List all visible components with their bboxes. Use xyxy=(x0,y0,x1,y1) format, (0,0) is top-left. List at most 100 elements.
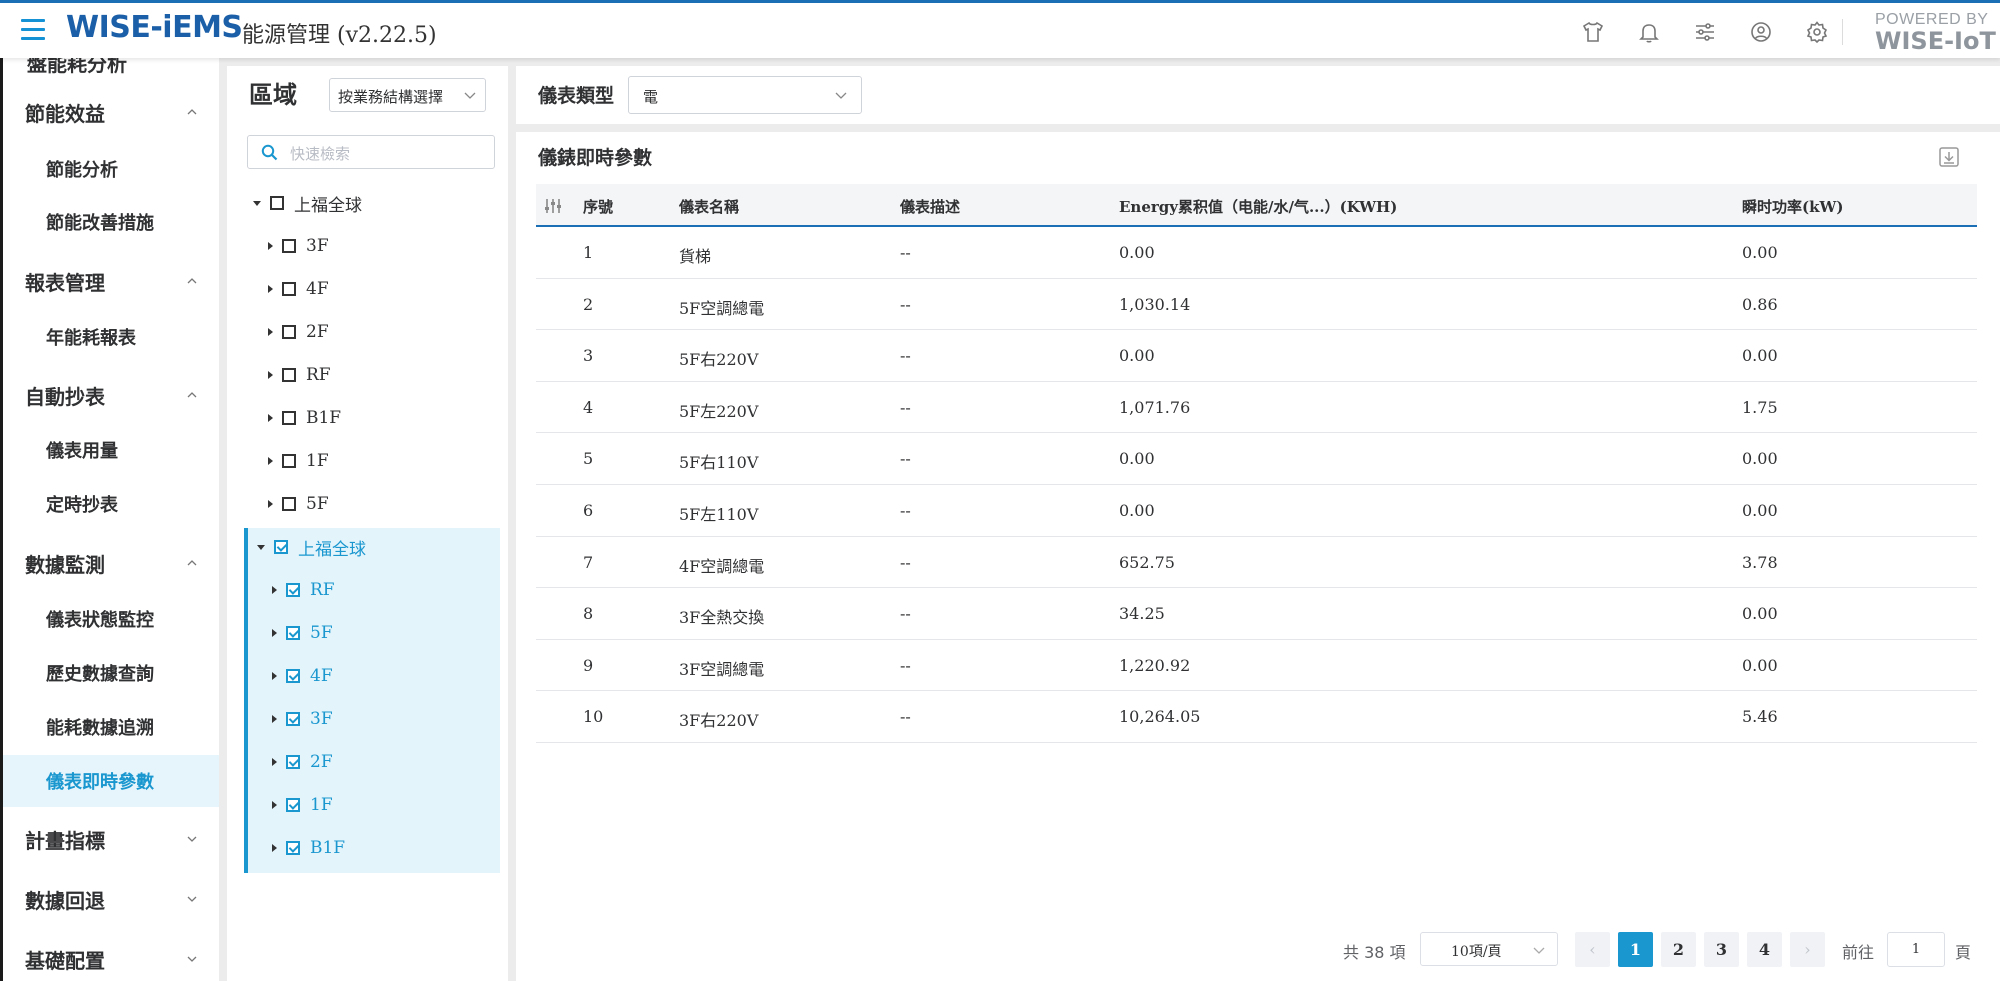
tree-checkbox-checked[interactable] xyxy=(286,712,300,726)
gear-icon[interactable] xyxy=(1789,17,1845,47)
sidebar-item-energy-measures[interactable]: 節能改善措施 xyxy=(3,196,219,248)
caret-right-icon[interactable] xyxy=(268,500,273,508)
org-structure-select[interactable]: 按業務結構選擇 xyxy=(329,78,486,112)
table-row[interactable]: 6 5F左110V -- 0.00 0.00 xyxy=(536,485,1977,537)
sidebar-item-meter-realtime[interactable]: 儀表即時參數 xyxy=(3,755,219,807)
caret-right-icon[interactable] xyxy=(272,715,277,723)
tree-node[interactable]: RF xyxy=(268,361,331,389)
caret-right-icon[interactable] xyxy=(272,586,277,594)
tree-checkbox-checked[interactable] xyxy=(286,626,300,640)
caret-right-icon[interactable] xyxy=(272,629,277,637)
sidebar-group-data-monitoring[interactable]: 數據監測 xyxy=(3,535,219,591)
caret-right-icon[interactable] xyxy=(268,328,273,336)
sidebar-group-data-rollback[interactable]: 數據回退 xyxy=(3,871,219,927)
sidebar-item-history-query[interactable]: 歷史數據查詢 xyxy=(3,647,219,699)
page-button-3[interactable]: 3 xyxy=(1704,932,1739,967)
sliders-icon[interactable] xyxy=(1677,17,1733,47)
user-circle-icon[interactable] xyxy=(1733,17,1789,47)
tree-node[interactable]: 2F xyxy=(268,318,329,346)
goto-page-input[interactable]: 1 xyxy=(1887,932,1945,967)
sidebar-item-meter-usage[interactable]: 儀表用量 xyxy=(3,424,219,476)
caret-right-icon[interactable] xyxy=(268,371,273,379)
tree-node-root[interactable]: 上福全球 xyxy=(253,189,362,217)
sidebar-item-energy-analysis[interactable]: 節能分析 xyxy=(3,143,219,195)
sidebar-item-scheduled-reading[interactable]: 定時抄表 xyxy=(3,478,219,530)
sidebar-item-energy-trace[interactable]: 能耗數據追溯 xyxy=(3,701,219,753)
caret-right-icon[interactable] xyxy=(272,801,277,809)
page-button-2[interactable]: 2 xyxy=(1661,932,1696,967)
tree-checkbox[interactable] xyxy=(282,368,296,382)
caret-right-icon[interactable] xyxy=(272,844,277,852)
shirt-icon[interactable] xyxy=(1565,17,1621,47)
tree-checkbox[interactable] xyxy=(282,239,296,253)
tree-checkbox[interactable] xyxy=(270,196,284,210)
sidebar-item-annual-report[interactable]: 年能耗報表 xyxy=(3,311,219,363)
caret-down-icon[interactable] xyxy=(257,544,265,550)
table-row[interactable]: 8 3F全熱交換 -- 34.25 0.00 xyxy=(536,588,1977,640)
table-row[interactable]: 9 3F空調總電 -- 1,220.92 0.00 xyxy=(536,640,1977,692)
tree-checkbox[interactable] xyxy=(282,325,296,339)
prev-page-button[interactable]: ‹ xyxy=(1575,932,1610,967)
page-button-4[interactable]: 4 xyxy=(1747,932,1782,967)
table-row[interactable]: 7 4F空調總電 -- 652.75 3.78 xyxy=(536,537,1977,589)
tree-checkbox[interactable] xyxy=(282,497,296,511)
caret-right-icon[interactable] xyxy=(272,672,277,680)
tree-node[interactable]: 5F xyxy=(268,490,329,518)
table-row[interactable]: 2 5F空調總電 -- 1,030.14 0.86 xyxy=(536,279,1977,331)
sidebar-item-cutoff[interactable]: 盤能耗分析 xyxy=(27,58,127,77)
table-row[interactable]: 4 5F左220V -- 1,071.76 1.75 xyxy=(536,382,1977,434)
caret-right-icon[interactable] xyxy=(268,285,273,293)
sidebar-group-energy-benefit[interactable]: 節能效益 xyxy=(3,84,219,140)
tree-node-selected[interactable]: 4F xyxy=(272,662,333,690)
caret-right-icon[interactable] xyxy=(268,414,273,422)
column-header-index[interactable]: 序號 xyxy=(583,196,613,217)
caret-right-icon[interactable] xyxy=(268,457,273,465)
tree-node[interactable]: 1F xyxy=(268,447,329,475)
tree-checkbox[interactable] xyxy=(282,411,296,425)
tree-checkbox-checked[interactable] xyxy=(274,540,288,554)
tree-node-selected[interactable]: 3F xyxy=(272,705,333,733)
table-row[interactable]: 5 5F右110V -- 0.00 0.00 xyxy=(536,433,1977,485)
tree-node[interactable]: B1F xyxy=(268,404,341,432)
meter-type-select[interactable]: 電 xyxy=(628,76,862,114)
tree-node-selected[interactable]: RF xyxy=(272,576,335,604)
region-search-input[interactable]: 快速檢索 xyxy=(247,135,495,169)
tree-checkbox-checked[interactable] xyxy=(286,669,300,683)
sidebar-group-base-config[interactable]: 基礎配置 xyxy=(3,931,219,981)
tree-node[interactable]: 3F xyxy=(268,232,329,260)
column-settings-icon[interactable] xyxy=(543,196,563,216)
caret-right-icon[interactable] xyxy=(268,242,273,250)
column-header-energy[interactable]: Energy累积值（电能/水/气...）(KWH) xyxy=(1119,196,1397,217)
tree-checkbox-checked[interactable] xyxy=(286,798,300,812)
table-row[interactable]: 1 貨梯 -- 0.00 0.00 xyxy=(536,227,1977,279)
tree-node-selected[interactable]: 5F xyxy=(272,619,333,647)
caret-right-icon[interactable] xyxy=(272,758,277,766)
sidebar-group-plan-targets[interactable]: 計畫指標 xyxy=(3,811,219,867)
tree-node-root-selected[interactable]: 上福全球 xyxy=(257,533,366,561)
tree-node-selected[interactable]: B1F xyxy=(272,834,345,862)
sidebar-group-reports[interactable]: 報表管理 xyxy=(3,253,219,309)
tree-node-selected[interactable]: 1F xyxy=(272,791,333,819)
tree-checkbox-checked[interactable] xyxy=(286,841,300,855)
tree-checkbox[interactable] xyxy=(282,282,296,296)
menu-toggle-icon[interactable] xyxy=(21,19,45,41)
bell-icon[interactable] xyxy=(1621,17,1677,47)
page-size-select[interactable]: 10項/頁 xyxy=(1420,932,1558,966)
page-button-1[interactable]: 1 xyxy=(1618,932,1653,967)
caret-down-icon[interactable] xyxy=(253,200,261,206)
column-header-power[interactable]: 瞬时功率(kW) xyxy=(1742,196,1843,217)
table-row[interactable]: 3 5F右220V -- 0.00 0.00 xyxy=(536,330,1977,382)
sidebar-group-auto-reading[interactable]: 自動抄表 xyxy=(3,367,219,423)
table-row[interactable]: 10 3F右220V -- 10,264.05 5.46 xyxy=(536,691,1977,743)
column-header-meter-desc[interactable]: 儀表描述 xyxy=(900,196,960,217)
tree-node-selected[interactable]: 2F xyxy=(272,748,333,776)
download-icon[interactable] xyxy=(1938,146,1960,168)
next-page-button[interactable]: › xyxy=(1790,932,1825,967)
sidebar-item-meter-status[interactable]: 儀表狀態監控 xyxy=(3,593,219,645)
tree-checkbox[interactable] xyxy=(282,454,296,468)
column-header-meter-name[interactable]: 儀表名稱 xyxy=(679,196,739,217)
tree-node[interactable]: 4F xyxy=(268,275,329,303)
tree-checkbox-checked[interactable] xyxy=(286,583,300,597)
sidebar: 盤能耗分析 節能效益 節能分析 節能改善措施 報表管理 年能耗報表 自動抄表 儀… xyxy=(0,58,219,981)
tree-checkbox-checked[interactable] xyxy=(286,755,300,769)
